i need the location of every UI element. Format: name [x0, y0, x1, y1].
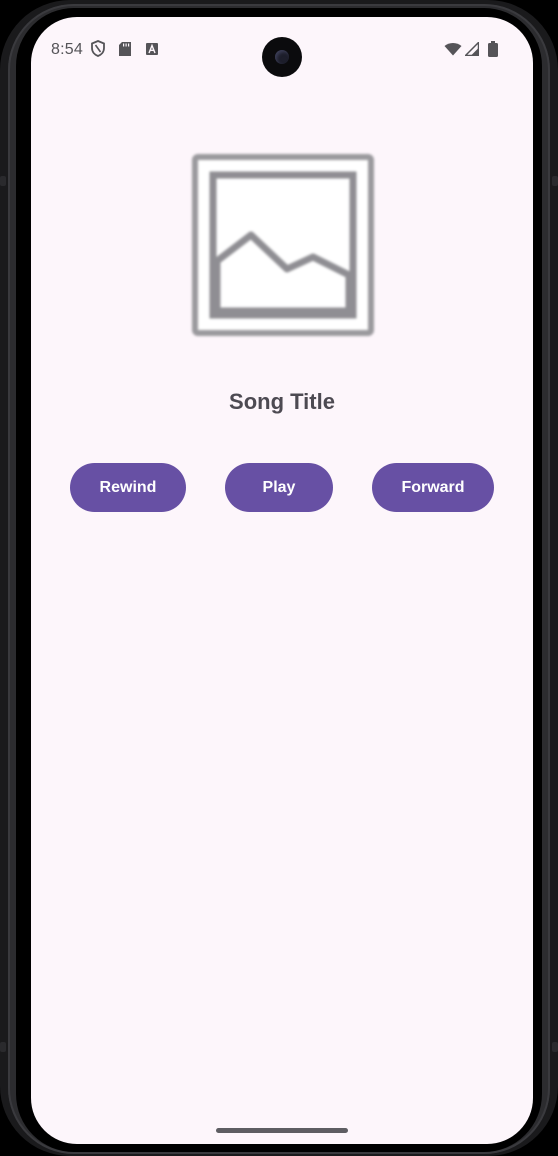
status-time: 8:54: [51, 41, 83, 58]
screen: 8:54 Song Title Rewind Play Forward: [31, 17, 533, 1144]
font-a-icon: [146, 43, 158, 55]
status-bar: 8:54: [31, 17, 533, 79]
image-placeholder-icon: [192, 154, 374, 336]
front-camera: [262, 37, 302, 77]
rewind-button[interactable]: Rewind: [70, 463, 186, 512]
wifi-icon: [444, 43, 462, 56]
side-button: [0, 176, 6, 186]
side-button: [552, 1042, 558, 1052]
phone-frame: 8:54 Song Title Rewind Play Forward: [0, 0, 558, 1156]
shield-icon: [91, 40, 105, 57]
side-button: [0, 1042, 6, 1052]
play-button[interactable]: Play: [225, 463, 333, 512]
side-button: [552, 176, 558, 186]
song-title: Song Title: [229, 389, 335, 414]
sd-card-icon: [119, 42, 131, 56]
signal-icon: [465, 42, 479, 56]
forward-button[interactable]: Forward: [372, 463, 494, 512]
battery-icon: [488, 41, 498, 57]
home-indicator[interactable]: [216, 1128, 348, 1133]
